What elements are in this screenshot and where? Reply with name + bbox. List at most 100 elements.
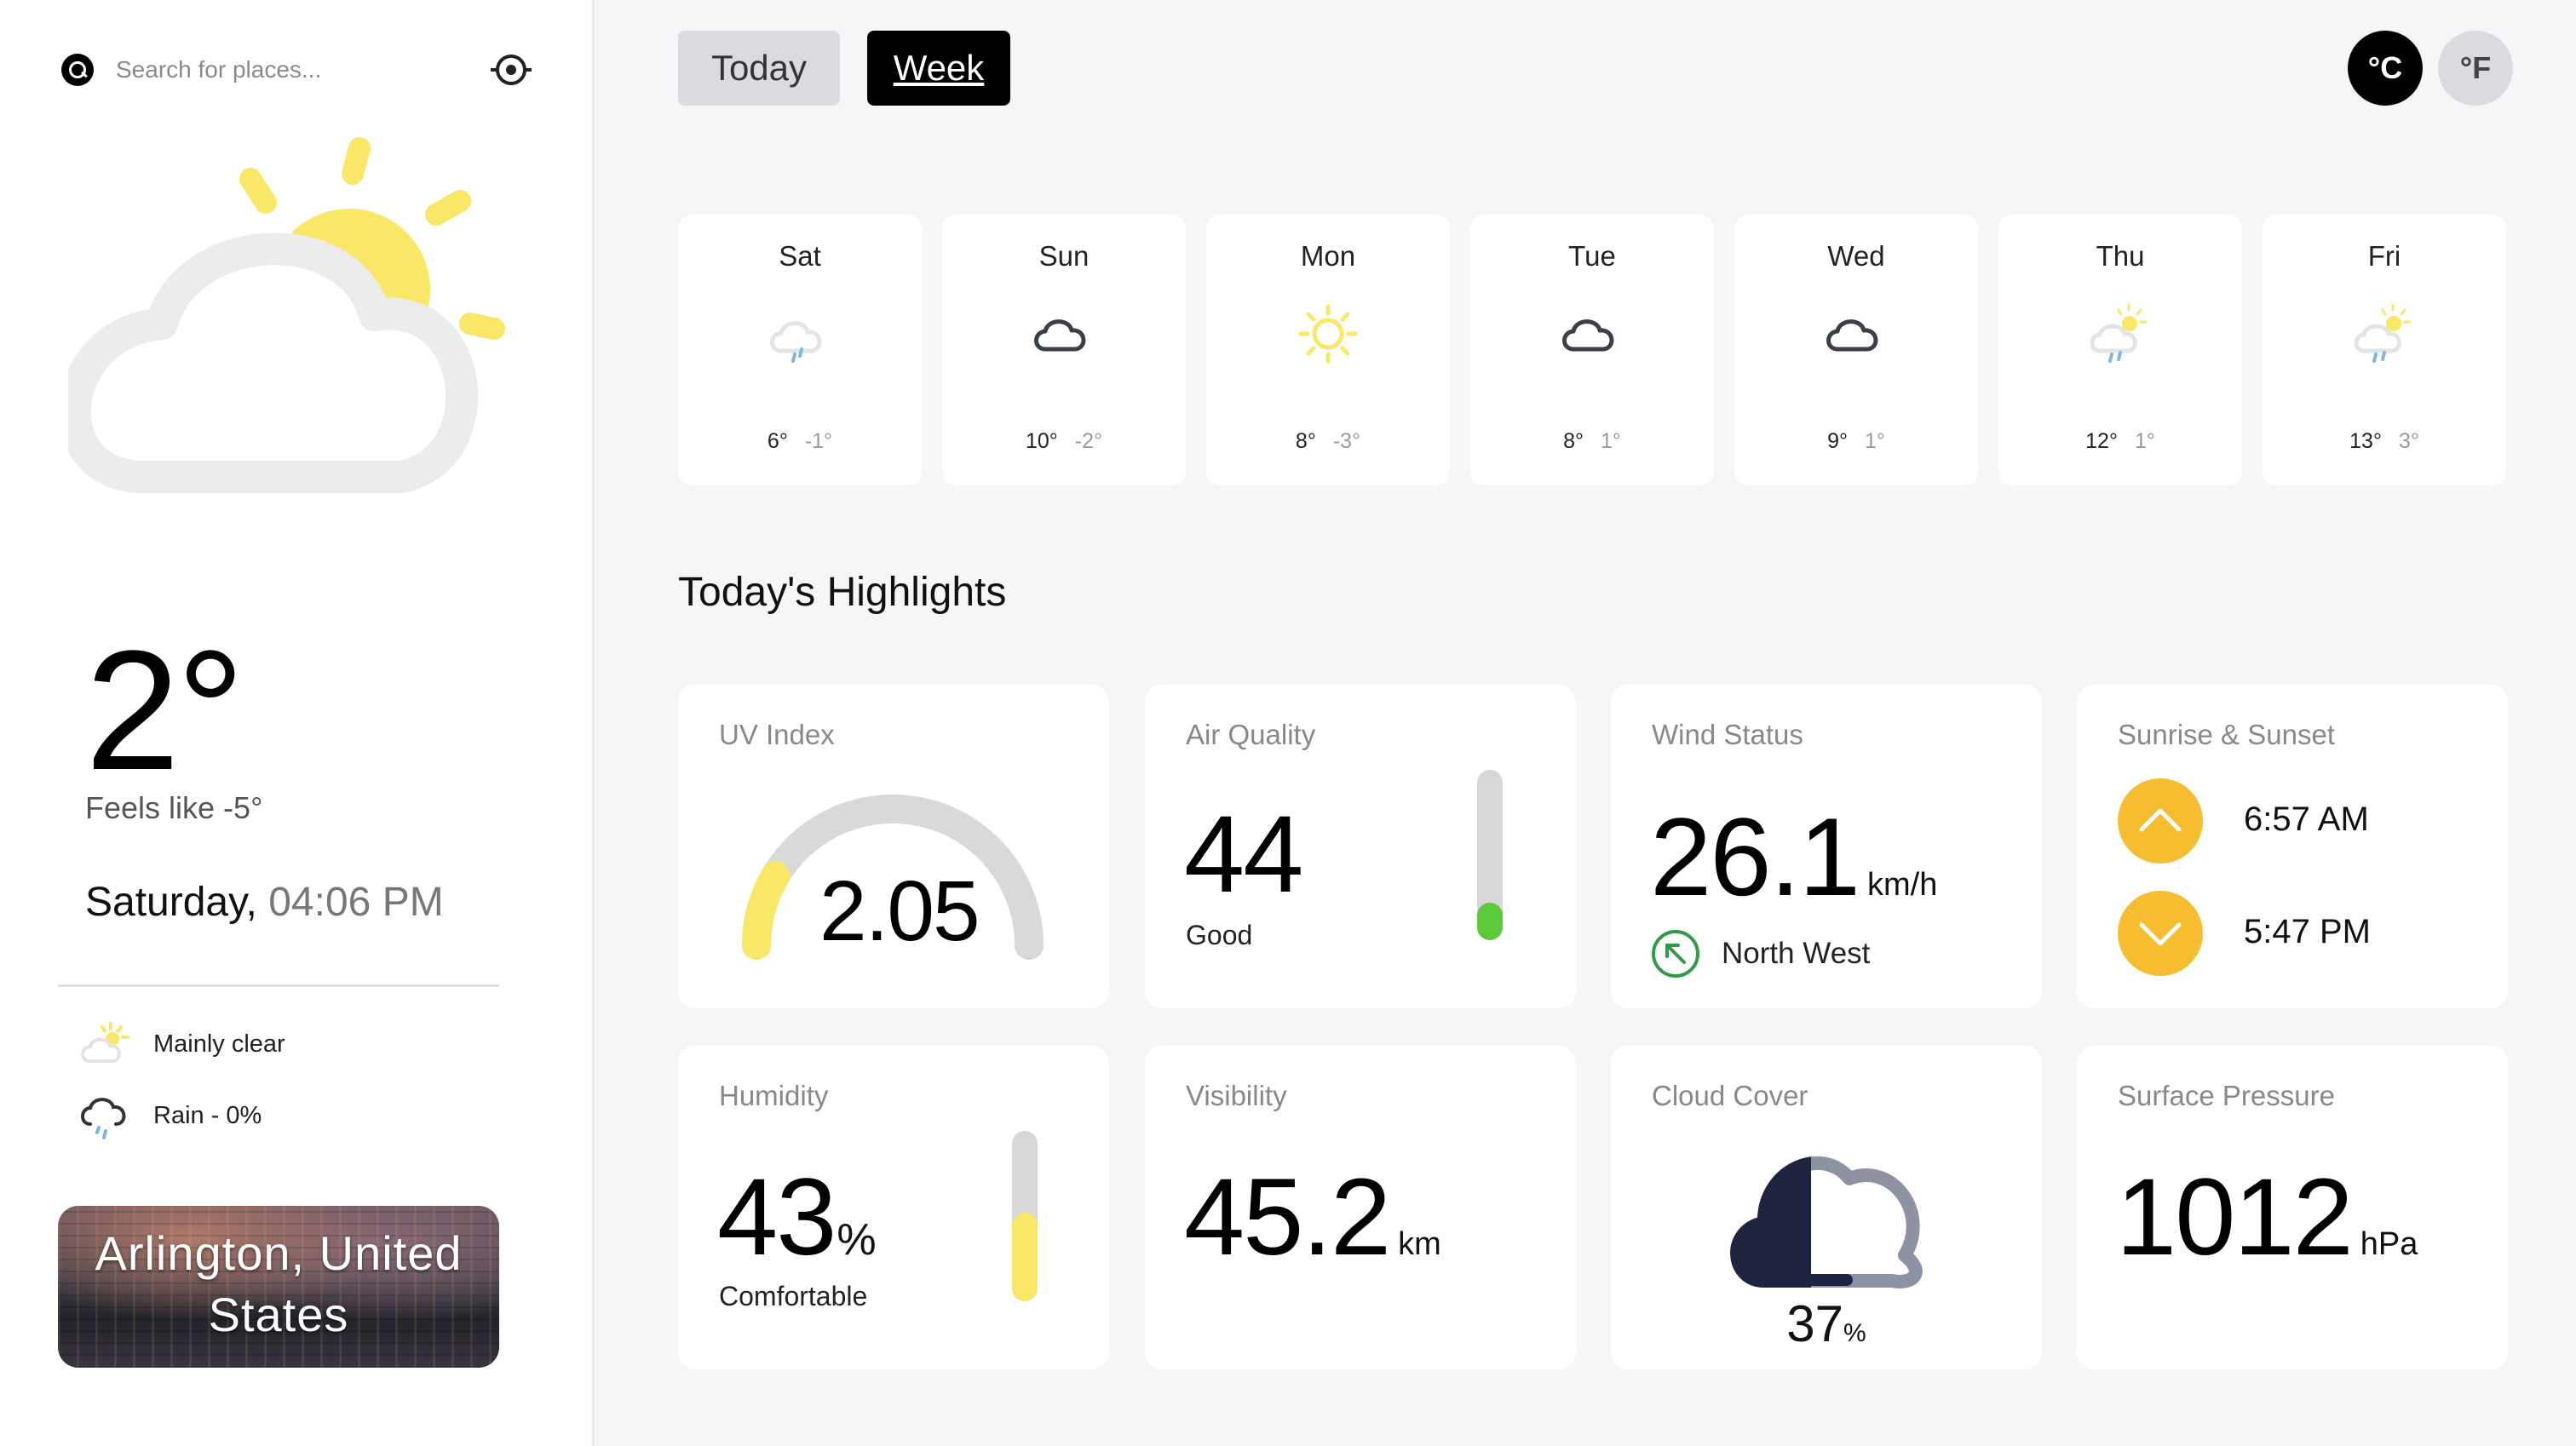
wind-status-card: Wind Status 26.1 km/h North West [1611,685,2042,1008]
humidity-bar [1012,1131,1038,1301]
humidity-value: 43 [717,1156,837,1278]
card-label: UV Index [719,719,835,750]
search-icon[interactable] [61,54,94,86]
day-name: Sat [779,240,821,272]
air-quality-bar-fill [1477,903,1503,940]
humidity-unit: % [837,1215,877,1265]
cloud-cover-reading: 37% [1611,1294,2042,1353]
fahrenheit-button[interactable]: °F [2438,31,2513,106]
weather-app: 2° Feels like -5° Saturday, 04:06 PM Mai… [0,0,2576,1446]
forecast-day-sun[interactable]: Sun 10° -2° [942,215,1186,485]
current-temperature: 2° [85,616,244,806]
low-temp: 1° [1601,429,1621,453]
air-quality-status: Good [1186,920,1253,950]
highlights-title: Today's Highlights [678,570,1007,615]
high-temp: 10° [1025,429,1058,453]
wind-direction: North West [1722,937,1871,970]
forecast-day-mon[interactable]: Mon 8° -3° [1206,215,1450,485]
location-name: Arlington, United States [95,1226,463,1341]
day-temps: 8° -3° [1206,429,1450,454]
day-name: Fri [2367,240,2401,272]
cloud-cover-value: 37 [1786,1295,1844,1352]
day-temps: 12° 1° [1998,429,2242,454]
forecast-day-tue[interactable]: Tue 8° 1° [1470,215,1714,485]
day-name: Wed [1827,240,1885,272]
sun-rain-cloud-icon [2354,303,2412,363]
forecast-day-wed[interactable]: Wed 9° 1° [1734,215,1978,485]
forecast-day-thu[interactable]: Thu 12° 1° [1998,215,2242,485]
search-bar [58,43,535,97]
day-name: Mon [1300,240,1356,272]
wind-value: 26.1 [1650,795,1860,919]
celsius-button[interactable]: °C [2348,31,2423,106]
card-label: Cloud Cover [1652,1080,1808,1111]
humidity-reading: 43% [717,1162,877,1296]
low-temp: 1° [2134,429,2155,453]
air-quality-value: 44 [1184,794,1303,915]
day-name: Tue [1568,240,1616,272]
high-temp: 6° [767,429,788,453]
card-label: Visibility [1186,1080,1287,1111]
visibility-card: Visibility 45.2 km [1145,1046,1576,1369]
current-time: 04:06 PM [268,880,444,925]
high-temp: 12° [2085,429,2118,453]
high-temp: 8° [1563,429,1584,453]
low-temp: -3° [1332,429,1361,453]
search-input[interactable] [116,49,457,90]
pressure-value: 1012 [2116,1156,2354,1278]
sunrise-sunset-card: Sunrise & Sunset 6:57 AM 5:47 PM [2077,685,2508,1008]
cloud-icon [1562,319,1614,352]
low-temp: 3° [2398,429,2419,453]
rain-cloud-icon [81,1098,126,1139]
surface-pressure-card: Surface Pressure 1012 hPa [2077,1046,2508,1369]
card-label: Air Quality [1186,719,1316,750]
cloud-icon [1034,319,1086,352]
tab-week[interactable]: Week [867,31,1010,106]
forecast-day-sat[interactable]: Sat 6° -1° [678,215,922,485]
rain-cloud-icon [770,321,822,363]
visibility-reading: 45.2 km [1184,1162,1441,1300]
pressure-reading: 1012 hPa [2116,1162,2418,1300]
wind-speed: 26.1 km/h [1650,800,1937,941]
tab-today[interactable]: Today [678,31,840,106]
condition-label: Mainly clear [153,1030,285,1058]
sunrise-icon [2118,778,2203,864]
feels-like: Feels like -5° [85,790,263,825]
day-name: Sun [1038,240,1090,272]
humidity-bar-fill [1012,1213,1038,1301]
current-weather-panel: 2° Feels like -5° Saturday, 04:06 PM Mai… [0,0,595,1446]
forecast-day-fri[interactable]: Fri 13° 3° [2263,215,2506,485]
low-temp: -2° [1074,429,1103,453]
card-label: Humidity [719,1080,829,1111]
cloud-cover-card: Cloud Cover 37% [1611,1046,2042,1369]
sunset-icon [2118,891,2203,976]
humidity-status: Comfortable [719,1281,868,1311]
high-temp: 9° [1827,429,1848,453]
low-temp: -1° [804,429,833,453]
visibility-unit: km [1398,1226,1441,1262]
wind-direction-icon [1652,930,1699,978]
rain-summary: Rain - 0% [78,1090,504,1141]
high-temp: 8° [1295,429,1316,453]
day-temps: 6° -1° [678,429,922,454]
air-quality-card: Air Quality 44 Good [1145,685,1576,1008]
location-card: Arlington, United States [58,1206,499,1368]
wind-unit: km/h [1867,867,1938,903]
sun-rain-cloud-icon [2090,303,2148,363]
uv-index-card: UV Index 2.05 [678,685,1109,1008]
air-quality-bar [1477,770,1503,940]
card-label: Wind Status [1652,719,1803,750]
condition-summary: Mainly clear [78,1019,504,1070]
current-day: Saturday, [85,880,257,925]
day-temps: 13° 3° [2263,429,2506,454]
uv-value: 2.05 [819,864,980,959]
current-datetime: Saturday, 04:06 PM [85,879,444,926]
day-temps: 8° 1° [1470,429,1714,454]
humidity-card: Humidity 43% Comfortable [678,1046,1109,1369]
cloud-cover-unit: % [1843,1319,1866,1347]
divider [58,984,499,987]
day-temps: 9° 1° [1734,429,1978,454]
day-temps: 10° -2° [942,429,1186,454]
current-location-icon[interactable] [491,55,532,85]
sun-icon [1298,304,1358,364]
